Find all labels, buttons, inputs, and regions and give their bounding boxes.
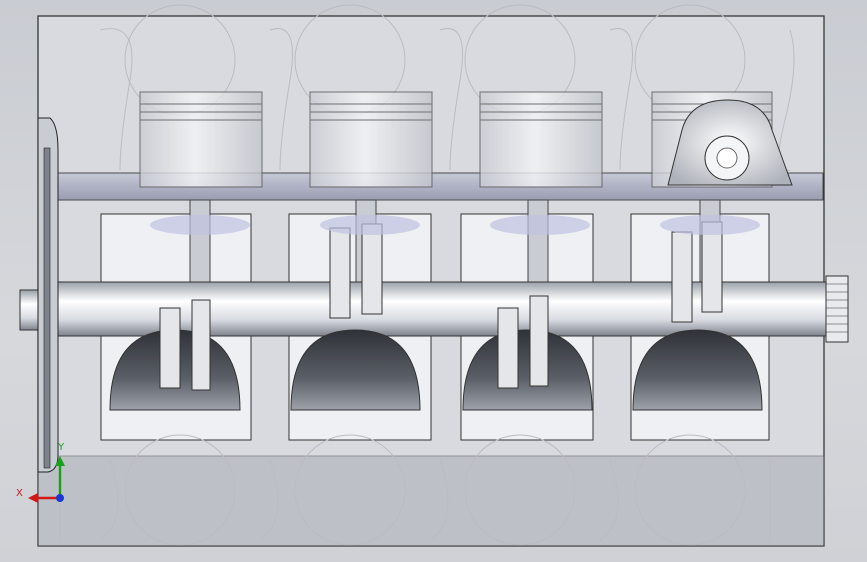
engine-block-drawing [19, 4, 849, 547]
cad-viewport[interactable]: X Y [0, 0, 867, 562]
lower-deck [37, 455, 825, 547]
piston-1 [139, 91, 263, 188]
piston-2 [309, 91, 433, 188]
axis-x-label: X [16, 488, 23, 499]
piston-3 [479, 91, 603, 188]
axis-y-label: Y [58, 442, 65, 453]
flywheel-teeth [43, 147, 51, 469]
